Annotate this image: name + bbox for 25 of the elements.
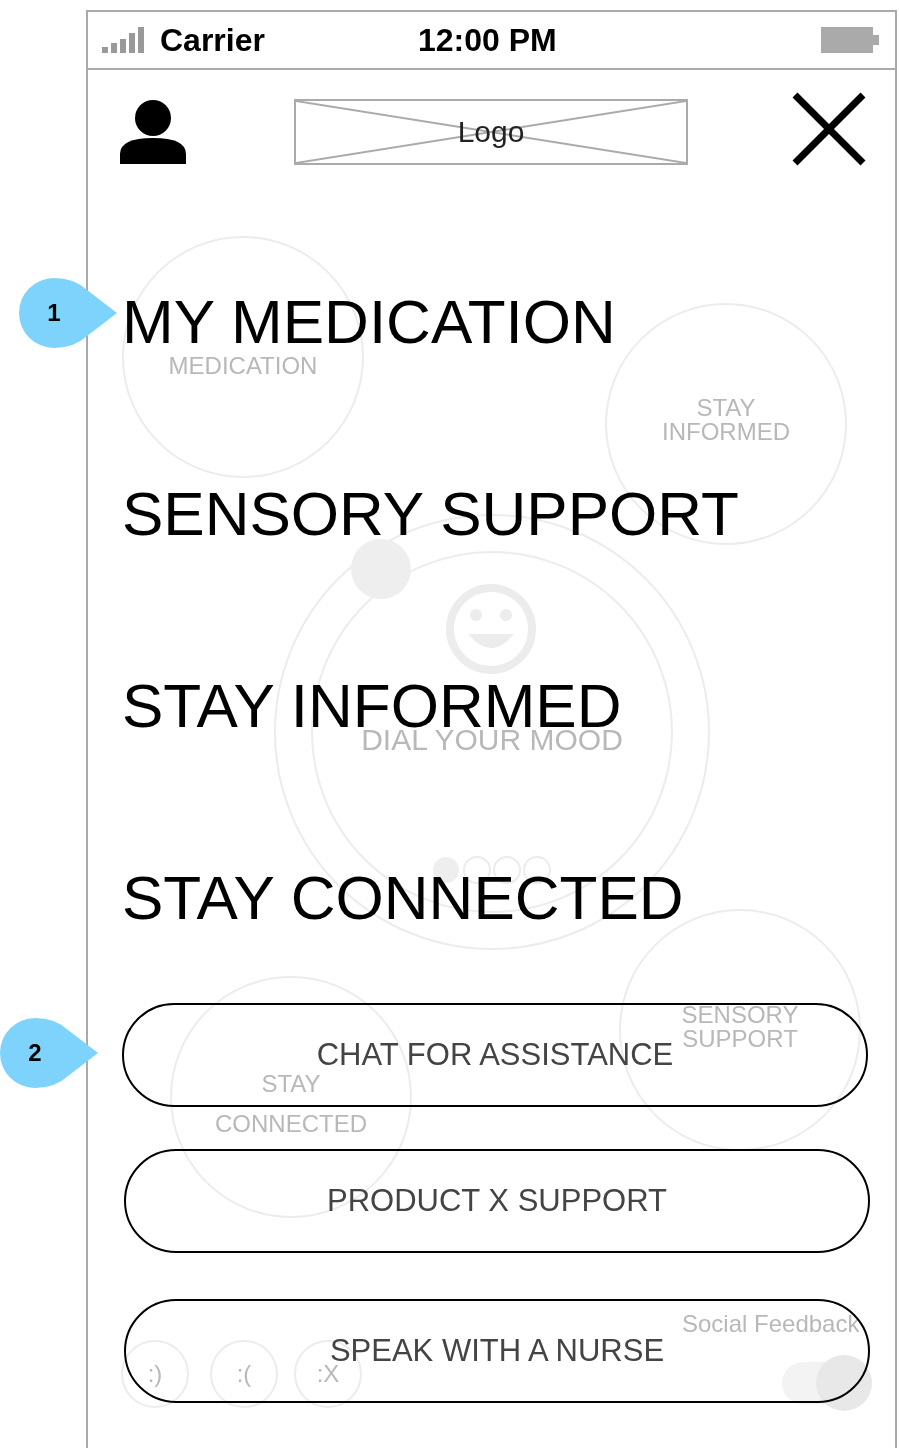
callout-badge: 2 xyxy=(0,1018,98,1088)
tile-label: CONNECTED xyxy=(215,1110,367,1137)
tile-label: SUPPORT xyxy=(682,1025,798,1052)
callout-badge: 1 xyxy=(19,278,117,348)
reaction-label: :X xyxy=(316,1360,340,1387)
status-time: 12:00 PM xyxy=(418,21,557,59)
reaction-circle xyxy=(121,1340,189,1408)
menu-item[interactable]: SENSORY SUPPORT xyxy=(122,486,739,542)
tile-label: SENSORY xyxy=(681,1001,799,1028)
tile-label: INFORMED xyxy=(662,418,790,445)
menu-item[interactable]: STAY CONNECTED xyxy=(122,870,684,926)
close-icon[interactable] xyxy=(791,91,867,167)
logo-label: Logo xyxy=(457,115,525,149)
tile-label: STAY xyxy=(696,394,756,421)
carrier-label: Carrier xyxy=(160,21,265,59)
user-icon[interactable] xyxy=(120,100,186,164)
tile-label: STAY xyxy=(261,1070,321,1097)
battery-icon xyxy=(821,27,879,53)
menu-item[interactable]: MY MEDICATION xyxy=(122,294,616,350)
tile-label: MEDICATION xyxy=(168,352,318,379)
social-feedback-label: Social Feedback xyxy=(682,1310,860,1337)
reaction-label: :( xyxy=(236,1360,252,1387)
reaction-circle xyxy=(210,1340,278,1408)
action-button[interactable]: PRODUCT X SUPPORT xyxy=(124,1149,870,1253)
reaction-label: :) xyxy=(147,1360,163,1387)
